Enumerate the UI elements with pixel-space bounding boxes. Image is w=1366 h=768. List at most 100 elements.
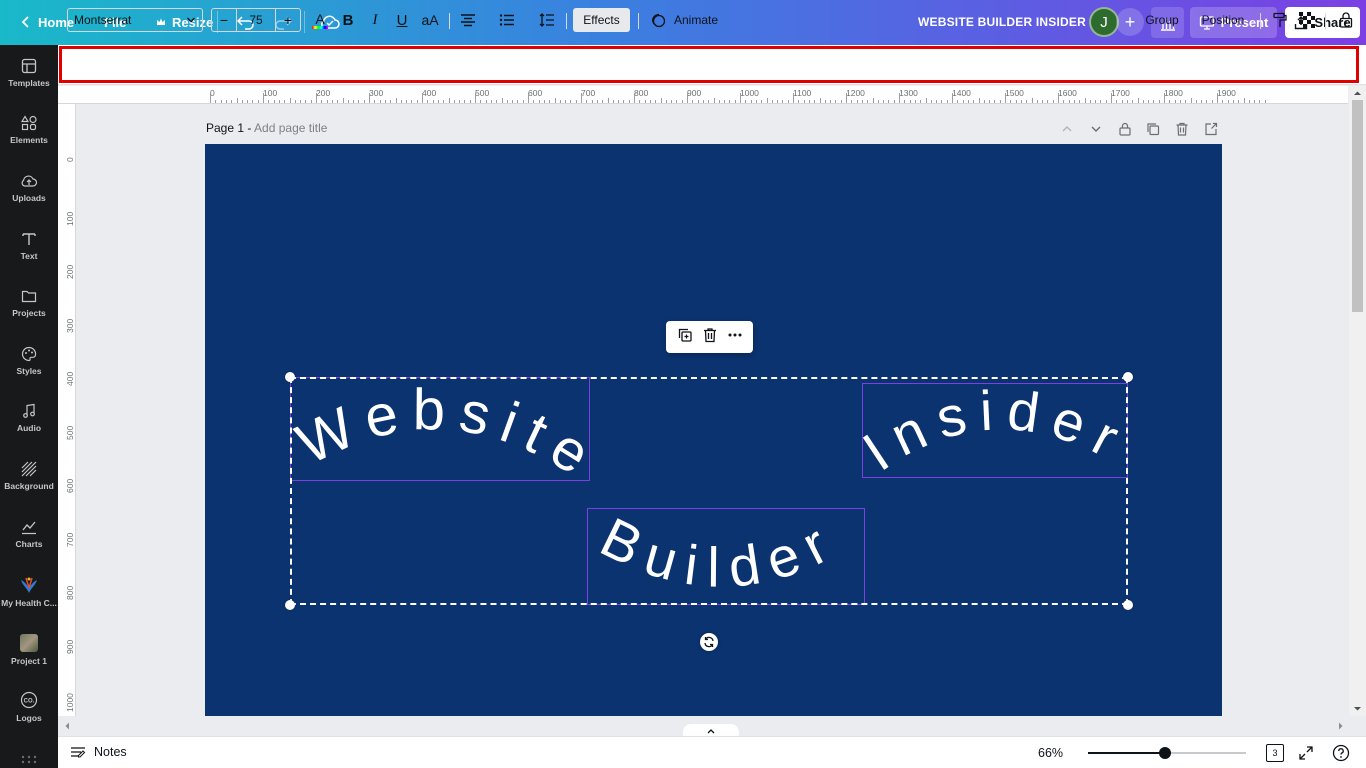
italic-button[interactable]: I — [365, 8, 385, 32]
ruler-tick — [904, 100, 906, 103]
list-button[interactable] — [497, 8, 517, 32]
scroll-up-icon[interactable] — [1349, 88, 1366, 98]
vertical-scroll-thumb[interactable] — [1352, 100, 1363, 312]
ruler-tick — [422, 93, 423, 103]
resize-handle-bottom-right[interactable] — [1123, 600, 1133, 610]
sidebar-item-styles[interactable]: Styles — [0, 336, 58, 386]
ruler-tick — [252, 100, 254, 103]
ruler-label: 100 — [65, 211, 75, 226]
align-center-button[interactable] — [458, 8, 478, 32]
sidebar-item-audio[interactable]: Audio — [0, 393, 58, 443]
delete-element-button[interactable] — [702, 327, 718, 348]
group-button[interactable]: Group — [1140, 8, 1184, 32]
page-down-button[interactable] — [1088, 121, 1104, 137]
copy-style-button[interactable] — [1270, 8, 1290, 32]
sidebar-item-charts[interactable]: Charts — [0, 509, 58, 559]
position-button[interactable]: Position — [1196, 8, 1250, 32]
page-title-input[interactable]: Add page title — [254, 121, 327, 135]
ruler-label: 500 — [475, 88, 490, 98]
ruler-tick — [273, 100, 275, 103]
underline-button[interactable]: U — [392, 8, 412, 32]
duplicate-element-button[interactable] — [677, 327, 693, 348]
rotate-handle[interactable] — [700, 633, 718, 651]
ruler-tick — [798, 100, 800, 103]
page-count-button[interactable]: 3 — [1266, 744, 1284, 762]
ruler-tick — [920, 100, 922, 103]
sidebar-item-templates[interactable]: Templates — [0, 48, 58, 98]
add-page-icon — [1205, 122, 1218, 136]
add-page-button[interactable] — [1203, 121, 1219, 137]
ruler-tick — [755, 100, 757, 103]
resize-handle-bottom-left[interactable] — [285, 600, 295, 610]
text-icon — [22, 233, 36, 245]
effects-button[interactable]: Effects — [573, 8, 630, 32]
left-sidebar: Templates Elements Uploads Text Projects… — [0, 45, 58, 768]
scroll-down-icon[interactable] — [1349, 704, 1366, 714]
ruler-tick — [1068, 100, 1070, 103]
page-up-button[interactable] — [1059, 121, 1075, 137]
sidebar-item-background[interactable]: Background — [0, 451, 58, 501]
spacing-button[interactable] — [537, 8, 557, 32]
lock-page-button[interactable] — [1117, 121, 1133, 137]
scroll-right-icon[interactable] — [1336, 716, 1346, 736]
ruler-tick — [427, 100, 429, 103]
duplicate-icon — [1147, 123, 1160, 136]
zoom-slider-knob[interactable] — [1159, 747, 1172, 759]
zoom-slider[interactable] — [1088, 747, 1246, 759]
sidebar-item-projects[interactable]: Projects — [0, 278, 58, 328]
sidebar-item-project-1[interactable]: Project 1 — [0, 625, 58, 675]
ruler-tick — [665, 100, 667, 103]
ruler-label: 900 — [687, 88, 702, 98]
ruler-tick — [835, 100, 837, 103]
duplicate-page-button[interactable] — [1145, 121, 1161, 137]
ruler-tick — [480, 100, 482, 103]
ruler-label: 200 — [65, 264, 75, 279]
ruler-tick — [814, 100, 816, 103]
ruler-tick — [321, 100, 323, 103]
ruler-tick — [1185, 100, 1187, 103]
elements-icon — [21, 115, 37, 131]
sidebar-item-label: Logos — [16, 713, 42, 723]
vertical-scrollbar[interactable] — [1349, 86, 1366, 716]
sidebar-item-uploads[interactable]: Uploads — [0, 163, 58, 213]
letter-case-button[interactable]: aA — [418, 8, 442, 32]
sidebar-item-text[interactable]: Text — [0, 221, 58, 271]
bold-button[interactable]: B — [338, 8, 358, 32]
help-button[interactable] — [1332, 744, 1350, 767]
ruler-tick — [962, 100, 964, 103]
increase-font-size-button[interactable]: + — [276, 12, 300, 28]
resize-handle-top-left[interactable] — [285, 372, 295, 382]
animate-button[interactable]: Animate — [648, 8, 720, 32]
ruler-tick — [1254, 100, 1256, 103]
more-apps-icon[interactable] — [20, 751, 38, 764]
ruler-tick — [347, 100, 349, 103]
zoom-percentage[interactable]: 66% — [1038, 746, 1063, 760]
decrease-font-size-button[interactable]: − — [212, 12, 236, 28]
ruler-label: 800 — [634, 88, 649, 98]
document-title[interactable]: WEBSITE BUILDER INSIDER — [918, 15, 1086, 29]
fullscreen-button[interactable] — [1298, 745, 1314, 766]
notes-button[interactable]: Notes — [70, 745, 127, 759]
ruler-tick — [771, 100, 773, 103]
ruler-tick — [1248, 100, 1250, 103]
delete-page-button[interactable] — [1174, 121, 1190, 137]
font-family-select[interactable]: Montserrat — [67, 8, 203, 32]
text-color-button[interactable]: A — [310, 8, 330, 32]
sidebar-item-logos[interactable]: CO. Logos — [0, 682, 58, 732]
ruler-tick — [575, 100, 577, 103]
sidebar-item-label: Elements — [10, 135, 48, 145]
sidebar-item-my-health[interactable]: My Health C... — [0, 567, 58, 617]
sidebar-item-elements[interactable]: Elements — [0, 105, 58, 155]
ruler-tick — [702, 100, 704, 103]
more-options-button[interactable] — [727, 327, 743, 348]
transparency-button[interactable] — [1297, 8, 1317, 32]
app-thumbnail-icon — [21, 577, 37, 593]
resize-handle-top-right[interactable] — [1123, 372, 1133, 382]
scroll-left-icon[interactable] — [62, 716, 72, 736]
chevron-left-icon — [21, 16, 29, 28]
font-size-input[interactable]: 75 — [236, 9, 276, 31]
lock-button[interactable] — [1336, 8, 1356, 32]
ruler-tick — [1015, 100, 1017, 103]
avatar[interactable]: J — [1089, 7, 1119, 37]
ruler-tick — [464, 100, 466, 103]
